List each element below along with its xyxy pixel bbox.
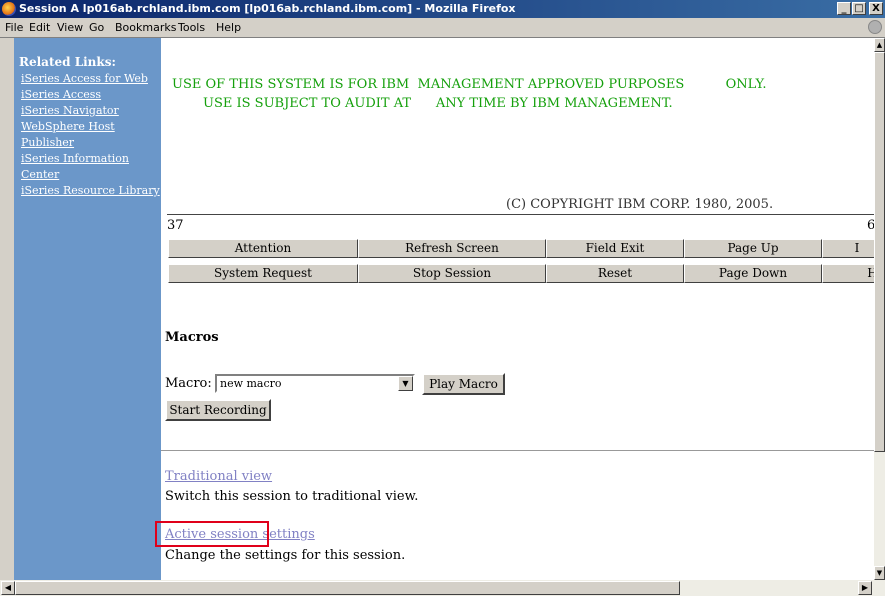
reset-button[interactable]: Reset bbox=[546, 264, 684, 283]
chevron-down-icon[interactable]: ▼ bbox=[398, 376, 413, 391]
horizontal-scrollbar[interactable]: ◀ ▶ bbox=[0, 580, 885, 596]
sidebar-link-iseries-resource-library[interactable]: iSeries Resource Library bbox=[21, 184, 160, 197]
field-exit-button[interactable]: Field Exit bbox=[546, 239, 684, 258]
menu-help[interactable]: Help bbox=[216, 21, 241, 34]
menu-view[interactable]: View bbox=[57, 21, 83, 34]
scroll-left-icon[interactable]: ◀ bbox=[1, 581, 15, 595]
macros-heading: Macros bbox=[165, 330, 219, 345]
scroll-up-icon[interactable]: ▲ bbox=[874, 38, 885, 52]
sidebar-link-center[interactable]: Center bbox=[21, 168, 59, 181]
page-down-button[interactable]: Page Down bbox=[684, 264, 822, 283]
sidebar-heading: Related Links: bbox=[19, 55, 116, 69]
menu-bar: File Edit View Go Bookmarks Tools Help bbox=[0, 18, 885, 38]
horizontal-scroll-thumb[interactable] bbox=[15, 581, 680, 595]
terminal-divider bbox=[167, 214, 874, 215]
main-content: USE OF THIS SYSTEM IS FOR IBM MANAGEMENT… bbox=[161, 38, 874, 580]
related-links-sidebar: Related Links: iSeries Access for Web iS… bbox=[14, 38, 161, 580]
system-request-button[interactable]: System Request bbox=[168, 264, 358, 283]
section-divider bbox=[161, 450, 874, 451]
refresh-screen-button[interactable]: Refresh Screen bbox=[358, 239, 546, 258]
attention-button[interactable]: Attention bbox=[168, 239, 358, 258]
macro-select-value: new macro bbox=[220, 377, 282, 390]
traditional-view-description: Switch this session to traditional view. bbox=[165, 489, 419, 504]
window-title: Session A lp016ab.rchland.ibm.com [lp016… bbox=[19, 2, 516, 15]
sidebar-link-iseries-access[interactable]: iSeries Access bbox=[21, 88, 101, 101]
firefox-icon bbox=[2, 2, 16, 16]
scroll-down-icon[interactable]: ▼ bbox=[874, 566, 885, 580]
active-session-settings-description: Change the settings for this session. bbox=[165, 548, 406, 563]
page-up-button[interactable]: Page Up bbox=[684, 239, 822, 258]
menu-bookmarks[interactable]: Bookmarks bbox=[115, 21, 176, 34]
sidebar-link-iseries-navigator[interactable]: iSeries Navigator bbox=[21, 104, 119, 117]
sidebar-link-iseries-access-for-web[interactable]: iSeries Access for Web bbox=[21, 72, 148, 85]
vertical-scrollbar[interactable]: ▲ ▼ bbox=[874, 38, 885, 580]
home-button[interactable]: Ho bbox=[822, 264, 874, 283]
sidebar-link-websphere-host[interactable]: WebSphere Host bbox=[21, 120, 115, 133]
traditional-view-link[interactable]: Traditional view bbox=[165, 469, 272, 484]
macro-select[interactable]: new macro ▼ bbox=[215, 374, 415, 393]
menu-edit[interactable]: Edit bbox=[29, 21, 50, 34]
scroll-right-icon[interactable]: ▶ bbox=[858, 581, 872, 595]
cursor-col: 6 bbox=[867, 218, 874, 233]
sidebar-link-iseries-information[interactable]: iSeries Information bbox=[21, 152, 129, 165]
macro-label: Macro: bbox=[165, 376, 212, 391]
vertical-scroll-thumb[interactable] bbox=[874, 52, 885, 452]
cursor-row: 37 bbox=[167, 218, 184, 233]
menu-tools[interactable]: Tools bbox=[178, 21, 205, 34]
window-title-bar[interactable]: Session A lp016ab.rchland.ibm.com [lp016… bbox=[0, 0, 885, 18]
highlight-box bbox=[155, 521, 269, 547]
close-button[interactable]: X bbox=[869, 2, 883, 15]
minimize-button[interactable]: _ bbox=[837, 2, 851, 15]
start-recording-button[interactable]: Start Recording bbox=[165, 399, 271, 421]
notice-line-1: USE OF THIS SYSTEM IS FOR IBM MANAGEMENT… bbox=[172, 77, 767, 92]
maximize-button[interactable]: □ bbox=[852, 2, 866, 15]
menu-go[interactable]: Go bbox=[89, 21, 104, 34]
throbber-icon bbox=[868, 20, 882, 34]
play-macro-button[interactable]: Play Macro bbox=[422, 373, 505, 395]
menu-file[interactable]: File bbox=[5, 21, 23, 34]
stop-session-button[interactable]: Stop Session bbox=[358, 264, 546, 283]
frame-edge bbox=[0, 38, 14, 580]
notice-line-2: USE IS SUBJECT TO AUDIT AT ANY TIME BY I… bbox=[203, 96, 673, 111]
copyright-text: (C) COPYRIGHT IBM CORP. 1980, 2005. bbox=[506, 197, 774, 212]
sidebar-link-publisher[interactable]: Publisher bbox=[21, 136, 74, 149]
insert-button[interactable]: I bbox=[822, 239, 874, 258]
